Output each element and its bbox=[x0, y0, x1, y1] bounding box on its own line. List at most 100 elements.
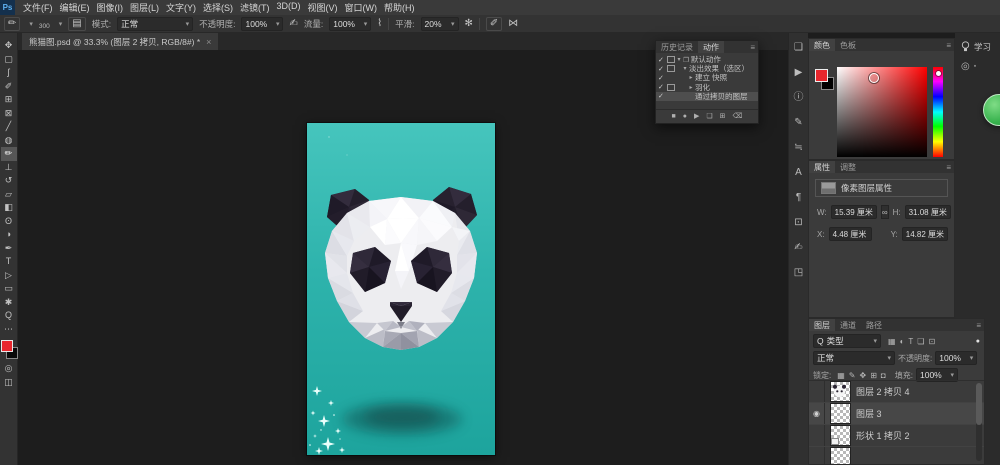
layer-row[interactable]: 形状 1 拷贝 2 bbox=[809, 425, 984, 447]
document-canvas[interactable] bbox=[307, 123, 495, 455]
delete-icon[interactable]: ⌫ bbox=[733, 113, 743, 120]
airbrush-icon[interactable]: ⌇ bbox=[377, 19, 382, 29]
panel-tab[interactable]: 颜色 bbox=[809, 39, 835, 51]
paint-symmetry-icon[interactable]: ⋈ bbox=[508, 19, 518, 29]
panel-tab[interactable]: 路径 bbox=[861, 319, 887, 331]
brush-settings-icon[interactable]: ✎ bbox=[794, 118, 802, 128]
menu-item[interactable]: 帮助(H) bbox=[384, 1, 415, 14]
layer-row[interactable]: ◉ 图层 3 bbox=[809, 403, 984, 425]
layer-filter-select[interactable]: Q 类型 ▾ bbox=[813, 334, 881, 348]
flow-select[interactable]: 100%▾ bbox=[329, 17, 371, 31]
tool-preset-button[interactable]: ✏ bbox=[4, 17, 20, 31]
layer-visibility-toggle[interactable]: ◉ bbox=[809, 403, 825, 424]
expand-icon[interactable]: ▾ bbox=[675, 56, 683, 63]
expand-icon[interactable]: ▸ bbox=[687, 84, 695, 91]
lock-artboard-icon[interactable]: ⊞ bbox=[870, 371, 877, 380]
lock-move-icon[interactable]: ✥ bbox=[860, 371, 867, 380]
panel-tab[interactable]: 历史记录 bbox=[656, 41, 698, 53]
layer-thumbnail[interactable] bbox=[830, 403, 851, 424]
action-dialog-toggle[interactable] bbox=[666, 84, 675, 91]
panel-tab[interactable]: 色板 bbox=[835, 39, 861, 51]
panel-menu-icon[interactable]: ≡ bbox=[750, 41, 755, 53]
layer-blend-mode-select[interactable]: 正常▾ bbox=[813, 351, 895, 365]
menu-item[interactable]: 图像(I) bbox=[97, 1, 124, 14]
layer-thumbnail[interactable] bbox=[830, 381, 851, 402]
frame-tool[interactable]: ⊠ bbox=[1, 107, 17, 121]
quick-selection-tool[interactable]: ✐ bbox=[1, 80, 17, 94]
learn-panel-button[interactable]: 学习 bbox=[955, 33, 1000, 53]
foreground-color-swatch[interactable] bbox=[815, 69, 828, 82]
smoothing-select[interactable]: 20%▾ bbox=[421, 17, 459, 31]
height-field[interactable]: 31.08 厘米 bbox=[905, 205, 951, 219]
brush-angle-icon[interactable]: ✐ bbox=[486, 17, 502, 31]
filter-toggle-icon[interactable]: ● bbox=[976, 338, 980, 345]
edit-toolbar[interactable]: ⋯ bbox=[1, 323, 17, 337]
action-check-icon[interactable]: ✓ bbox=[658, 92, 666, 100]
panel-menu-icon[interactable]: ≡ bbox=[946, 161, 951, 173]
saturation-brightness-picker[interactable] bbox=[837, 67, 927, 157]
filter-shape-icon[interactable]: ❏ bbox=[917, 337, 924, 346]
layers-scrollbar-thumb[interactable] bbox=[976, 383, 982, 425]
record-icon[interactable]: ● bbox=[683, 113, 687, 120]
blend-mode-select[interactable]: 正常▾ bbox=[117, 17, 193, 31]
hue-slider-marker[interactable] bbox=[936, 71, 941, 76]
marquee-tool[interactable]: ▢ bbox=[1, 53, 17, 67]
healing-brush-tool[interactable]: ◍ bbox=[1, 134, 17, 148]
smoothing-options-gear-icon[interactable]: ✻ bbox=[465, 19, 473, 29]
notes-icon[interactable]: ✍ bbox=[794, 243, 802, 253]
new-set-icon[interactable]: ❏ bbox=[706, 113, 712, 120]
crop-tool[interactable]: ⊞ bbox=[1, 93, 17, 107]
stop-icon[interactable]: ■ bbox=[672, 113, 676, 120]
panel-menu-icon[interactable]: ≡ bbox=[946, 39, 951, 51]
eraser-tool[interactable]: ▱ bbox=[1, 188, 17, 202]
brush-tool[interactable]: ✏ bbox=[1, 147, 17, 161]
panel-tab[interactable]: 通道 bbox=[835, 319, 861, 331]
play-icon[interactable]: ▶ bbox=[694, 113, 699, 120]
info-icon[interactable]: ⓘ bbox=[794, 93, 804, 103]
menu-item[interactable]: 文字(Y) bbox=[166, 1, 196, 14]
opacity-select[interactable]: 100%▾ bbox=[241, 17, 283, 31]
paragraph-icon[interactable]: ¶ bbox=[796, 193, 801, 203]
menu-item[interactable]: 选择(S) bbox=[203, 1, 233, 14]
tool-preset-caret-icon[interactable]: ▾ bbox=[29, 20, 33, 28]
zoom-tool[interactable]: Q bbox=[1, 309, 17, 323]
y-field[interactable]: 14.82 厘米 bbox=[902, 227, 948, 241]
filter-pixel-icon[interactable]: ▦ bbox=[888, 337, 896, 346]
panel-tab[interactable]: 动作 bbox=[698, 41, 724, 53]
character-icon[interactable]: A bbox=[795, 168, 802, 178]
lock-all-icon[interactable]: ◘ bbox=[881, 371, 886, 380]
threed-icon[interactable]: ◳ bbox=[794, 268, 803, 278]
brush-settings-toggle-icon[interactable]: ▤ bbox=[68, 17, 85, 31]
clone-stamp-tool[interactable]: ⊥ bbox=[1, 161, 17, 175]
hand-tool[interactable]: ✱ bbox=[1, 296, 17, 310]
layer-row[interactable] bbox=[809, 447, 984, 464]
menu-item[interactable]: 滤镜(T) bbox=[240, 1, 270, 14]
action-dialog-toggle[interactable] bbox=[666, 56, 675, 63]
gradient-tool[interactable]: ◧ bbox=[1, 201, 17, 215]
menu-item[interactable]: 视图(V) bbox=[308, 1, 338, 14]
action-check-icon[interactable]: ✓ bbox=[658, 74, 666, 82]
layer-visibility-toggle[interactable] bbox=[809, 447, 825, 464]
menu-item[interactable]: 3D(D) bbox=[277, 1, 301, 14]
menu-item[interactable]: 文件(F) bbox=[23, 1, 53, 14]
lasso-tool[interactable]: ʃ bbox=[1, 66, 17, 80]
layer-thumbnail[interactable] bbox=[830, 447, 851, 464]
quick-mask[interactable]: ◎ bbox=[1, 362, 17, 376]
hue-slider[interactable] bbox=[933, 67, 943, 157]
new-action-icon[interactable]: ⊞ bbox=[720, 113, 726, 120]
layer-opacity-select[interactable]: 100%▾ bbox=[935, 351, 977, 365]
photoshop-logo[interactable]: Ps bbox=[0, 0, 15, 15]
layer-visibility-toggle[interactable] bbox=[809, 425, 825, 446]
action-dialog-toggle[interactable] bbox=[666, 65, 675, 72]
pen-tool[interactable]: ✒ bbox=[1, 242, 17, 256]
panel-tab[interactable]: 属性 bbox=[809, 161, 835, 173]
brush-size-picker[interactable]: 300 bbox=[39, 15, 50, 33]
width-field[interactable]: 15.39 厘米 bbox=[831, 205, 877, 219]
dodge-tool[interactable]: ◑ bbox=[1, 228, 17, 242]
pressure-opacity-icon[interactable]: ✍ bbox=[289, 19, 297, 29]
expand-icon[interactable]: ▾ bbox=[681, 65, 689, 72]
move-tool[interactable]: ✥ bbox=[1, 39, 17, 53]
eyedropper-tool[interactable]: ╱ bbox=[1, 120, 17, 134]
x-field[interactable]: 4.48 厘米 bbox=[829, 227, 873, 241]
history-brush-tool[interactable]: ↺ bbox=[1, 174, 17, 188]
